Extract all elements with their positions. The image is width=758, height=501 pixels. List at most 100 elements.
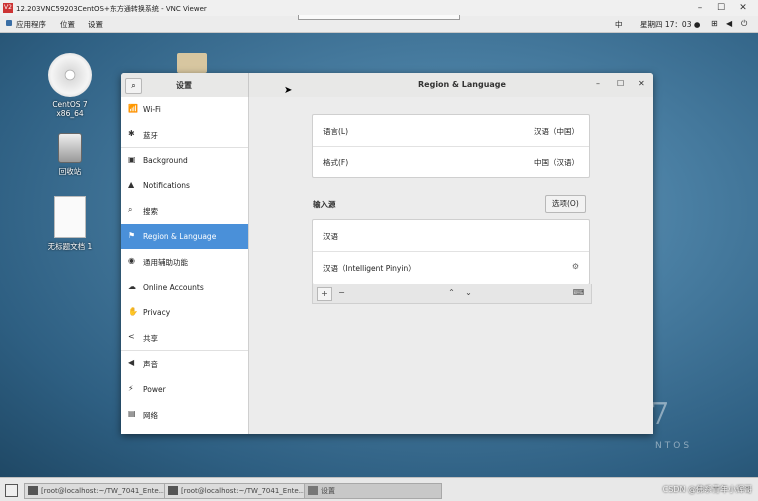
sidebar-item-sharing[interactable]: < 共享 bbox=[121, 325, 248, 349]
close-button[interactable]: ✕ bbox=[736, 2, 750, 14]
cloud-icon: ☁ bbox=[128, 282, 136, 291]
sidebar-item-label: Notifications bbox=[143, 181, 190, 190]
volume-icon[interactable]: ◀ bbox=[726, 19, 732, 28]
input-source-row[interactable]: 汉语 bbox=[313, 220, 589, 251]
search-button[interactable]: ⌕ bbox=[125, 78, 142, 94]
sidebar-item-wifi[interactable]: 📶 Wi-Fi bbox=[121, 97, 248, 121]
window-close-button[interactable]: ✕ bbox=[638, 79, 645, 88]
move-down-button[interactable]: ⌄ bbox=[462, 287, 475, 299]
sidebar-item-bluetooth[interactable]: ✱ 蓝牙 bbox=[121, 122, 248, 146]
gear-icon[interactable]: ⚙ bbox=[572, 262, 579, 271]
taskbar-item-label: [root@localhost:~/TW_7041_Ente... bbox=[41, 487, 166, 495]
taskbar-item-settings[interactable]: 设置 bbox=[304, 483, 442, 499]
sidebar-item-label: 搜索 bbox=[143, 207, 158, 216]
sidebar-item-online-accounts[interactable]: ☁ Online Accounts bbox=[121, 275, 248, 299]
keyboard-icon: ⌨ bbox=[572, 288, 585, 297]
desktop-icon-trash[interactable]: 回收站 bbox=[45, 133, 95, 177]
sidebar-item-label: Region & Language bbox=[143, 232, 217, 241]
sidebar-title: 设置 bbox=[176, 81, 192, 90]
terminal-icon bbox=[28, 486, 38, 495]
input-method-indicator[interactable]: 中 bbox=[615, 19, 623, 30]
search-icon: ⌕ bbox=[128, 205, 133, 214]
settings-window: ⌕ 设置 Region & Language – ☐ ✕ 📶 Wi-Fi ✱ 蓝牙 … bbox=[121, 73, 653, 434]
document-icon bbox=[54, 196, 86, 238]
desktop-icon-document[interactable]: 无标题文档 1 bbox=[40, 196, 100, 252]
sidebar-item-label: 蓝牙 bbox=[143, 131, 158, 140]
share-icon: < bbox=[128, 332, 135, 341]
taskbar-item-terminal-1[interactable]: [root@localhost:~/TW_7041_Ente... bbox=[24, 483, 176, 499]
terminal-icon bbox=[168, 486, 178, 495]
sidebar-item-background[interactable]: ▣ Background bbox=[121, 148, 248, 172]
vnc-window-title: 12.203VNC59203CentOS+东方通转换系统 - VNC Viewe… bbox=[16, 5, 207, 13]
notifications-icon: ▲ bbox=[128, 180, 135, 189]
input-source-label: 汉语（Intelligent Pinyin） bbox=[323, 264, 416, 273]
remove-input-source-button[interactable]: − bbox=[335, 287, 348, 299]
window-minimize-button[interactable]: – bbox=[596, 79, 600, 88]
gnome-top-bar: 应用程序 位置 设置 中 星期四 17：03 ● ⊞ ◀ ⏻ bbox=[0, 15, 758, 33]
mouse-cursor-icon: ➤ bbox=[284, 85, 293, 96]
activities-search-bar[interactable] bbox=[298, 15, 460, 20]
add-input-source-button[interactable]: + bbox=[317, 287, 332, 301]
search-icon: ⌕ bbox=[131, 81, 136, 90]
desktop-icon-label: CentOS 7 x86_64 bbox=[52, 100, 88, 118]
trash-icon bbox=[58, 133, 82, 163]
window-maximize-button[interactable]: ☐ bbox=[617, 79, 624, 88]
sidebar-item-label: 通用辅助功能 bbox=[143, 258, 188, 267]
input-source-row[interactable]: 汉语（Intelligent Pinyin） ⚙ bbox=[313, 252, 589, 284]
language-value: 汉语（中国） bbox=[534, 127, 579, 136]
header-divider bbox=[248, 73, 249, 97]
vnc-logo-icon: V2 bbox=[3, 3, 13, 13]
power-icon: ⚡ bbox=[128, 384, 134, 393]
region-language-panel: 语言(L) 汉语（中国） 格式(F) 中国（汉语） 输入源 选项(O) 汉语 汉… bbox=[249, 97, 653, 434]
taskbar-item-label: [root@localhost:~/TW_7041_Ente... bbox=[181, 487, 306, 495]
settings-icon bbox=[308, 486, 318, 495]
speaker-icon: ◀ bbox=[128, 358, 135, 367]
sidebar-item-label: Online Accounts bbox=[143, 283, 204, 292]
network-icon[interactable]: ⊞ bbox=[711, 19, 718, 28]
input-sources-list: 汉语 汉语（Intelligent Pinyin） ⚙ bbox=[312, 219, 590, 285]
bluetooth-icon: ✱ bbox=[128, 129, 135, 138]
sidebar-item-power[interactable]: ⚡ Power bbox=[121, 377, 248, 401]
page-title: Region & Language bbox=[418, 80, 506, 89]
apps-icon bbox=[6, 20, 12, 26]
desktop-icon-cd[interactable]: CentOS 7 x86_64 bbox=[40, 53, 100, 118]
clock[interactable]: 星期四 17：03 ● bbox=[640, 19, 700, 30]
minimize-button[interactable]: – bbox=[693, 2, 707, 14]
formats-row[interactable]: 格式(F) 中国（汉语） bbox=[313, 147, 589, 177]
show-desktop-icon[interactable] bbox=[5, 484, 18, 497]
sidebar-item-label: 网络 bbox=[143, 411, 158, 420]
settings-menu[interactable]: 设置 bbox=[88, 19, 103, 30]
folder-icon bbox=[177, 53, 207, 73]
keyboard-layout-button[interactable]: ⌨ bbox=[572, 287, 585, 299]
desktop-icon-label: 无标题文档 1 bbox=[47, 242, 93, 251]
sidebar-item-sound[interactable]: ◀ 声音 bbox=[121, 351, 248, 375]
sidebar-item-label: Wi-Fi bbox=[143, 105, 161, 114]
formats-label: 格式(F) bbox=[323, 158, 349, 167]
sidebar-item-notifications[interactable]: ▲ Notifications bbox=[121, 173, 248, 197]
sidebar-item-search[interactable]: ⌕ 搜索 bbox=[121, 198, 248, 222]
maximize-button[interactable]: ☐ bbox=[714, 2, 728, 14]
sidebar-item-network[interactable]: ▤ 网络 bbox=[121, 402, 248, 426]
sidebar-item-privacy[interactable]: ✋ Privacy bbox=[121, 300, 248, 324]
accessibility-icon: ◉ bbox=[128, 256, 135, 265]
move-up-button[interactable]: ⌃ bbox=[445, 287, 458, 299]
csdn-watermark: CSDN @佛系青年小辉哥 bbox=[662, 485, 752, 494]
sidebar-item-label: 共享 bbox=[143, 334, 158, 343]
sidebar-item-label: Background bbox=[143, 156, 188, 165]
language-row[interactable]: 语言(L) 汉语（中国） bbox=[313, 115, 589, 146]
sidebar-item-region-language[interactable]: ⚑ Region & Language bbox=[121, 224, 248, 249]
taskbar-item-terminal-2[interactable]: [root@localhost:~/TW_7041_Ente... bbox=[164, 483, 316, 499]
formats-value: 中国（汉语） bbox=[534, 158, 579, 167]
apps-menu[interactable]: 应用程序 bbox=[16, 19, 46, 30]
settings-header-bar: ⌕ 设置 Region & Language – ☐ ✕ bbox=[121, 73, 653, 98]
region-flag-icon: ⚑ bbox=[128, 231, 136, 240]
sidebar-item-accessibility[interactable]: ◉ 通用辅助功能 bbox=[121, 249, 248, 273]
desktop-icon-folder[interactable] bbox=[177, 53, 207, 73]
input-sources-heading: 输入源 bbox=[313, 200, 336, 209]
privacy-hand-icon: ✋ bbox=[128, 307, 138, 316]
options-button[interactable]: 选项(O) bbox=[545, 195, 586, 213]
places-menu[interactable]: 位置 bbox=[60, 19, 75, 30]
language-formats-list: 语言(L) 汉语（中国） 格式(F) 中国（汉语） bbox=[312, 114, 590, 178]
input-source-label: 汉语 bbox=[323, 232, 338, 241]
power-icon[interactable]: ⏻ bbox=[741, 19, 747, 29]
